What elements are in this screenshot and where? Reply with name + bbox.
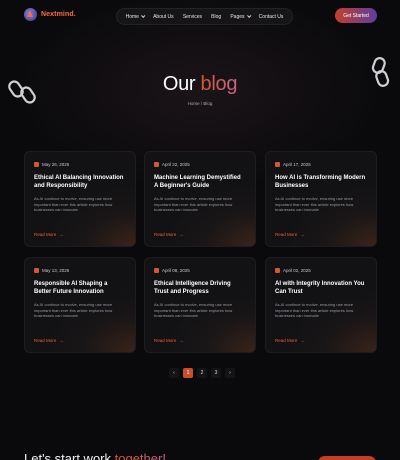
- post-title[interactable]: Ethical Intelligence Driving Trust and P…: [154, 280, 246, 296]
- main-nav: Home About Us Services Blog Pages Contac…: [116, 8, 293, 25]
- read-more-link[interactable]: Read More →: [154, 338, 184, 343]
- blog-card[interactable]: May 26, 2025 Ethical AI Balancing Innova…: [24, 151, 136, 247]
- post-date-text: May 26, 2025: [42, 162, 70, 167]
- arrow-right-icon: →: [59, 338, 64, 343]
- brand-logo[interactable]: Nextmind.: [24, 8, 76, 21]
- blog-card[interactable]: May 13, 2025 Responsible AI Shaping a Be…: [24, 257, 136, 353]
- read-more-link[interactable]: Read More →: [34, 338, 64, 343]
- post-excerpt: As AI continue to evolve, ensuring use m…: [154, 196, 233, 213]
- logo-icon: [24, 8, 37, 21]
- nav-item-contact-us[interactable]: Contact Us: [259, 14, 284, 20]
- calendar-icon: [34, 268, 39, 273]
- page-title: Our blog: [0, 73, 400, 96]
- chevron-down-icon: [246, 13, 251, 18]
- nav-item-label: Home: [125, 13, 139, 20]
- nav-item-about-us[interactable]: About Us: [153, 14, 174, 20]
- page-2-button[interactable]: 2: [197, 368, 207, 378]
- read-more-label: Read More: [34, 232, 57, 237]
- blog-card[interactable]: April 02, 2025 AI with Integrity Innovat…: [265, 257, 377, 353]
- page-title-main: Our: [162, 73, 201, 95]
- read-more-label: Read More: [154, 338, 177, 343]
- page-title-accent: blog: [200, 73, 238, 95]
- brand-name: Nextmind.: [41, 11, 76, 18]
- read-more-label: Read More: [275, 338, 298, 343]
- post-title[interactable]: Machine Learning Demystified A Beginner'…: [154, 174, 246, 190]
- arrow-right-icon: →: [300, 232, 305, 237]
- blog-card[interactable]: April 08, 2025 Ethical Intelligence Driv…: [144, 257, 256, 353]
- nav-item-services[interactable]: Services: [183, 14, 202, 20]
- post-date: April 02, 2025: [275, 268, 367, 273]
- post-title[interactable]: Responsible AI Shaping a Better Future I…: [34, 280, 126, 296]
- page-1-button[interactable]: 1: [183, 368, 193, 378]
- blog-card[interactable]: April 17, 2025 How AI is Transforming Mo…: [265, 151, 377, 247]
- arrow-right-icon: →: [300, 338, 305, 343]
- breadcrumb[interactable]: Home / Blog: [0, 101, 400, 106]
- arrow-right-icon: →: [179, 338, 184, 343]
- footer-cta-button[interactable]: [318, 456, 376, 460]
- chevron-down-icon: [141, 13, 146, 18]
- post-excerpt: As AI continue to evolve, ensuring use m…: [34, 196, 113, 213]
- footer-cta-main: Let's start work: [24, 451, 115, 460]
- post-date-text: May 13, 2025: [42, 268, 70, 273]
- nav-item-label: About Us: [153, 13, 174, 20]
- post-excerpt: As AI continue to evolve, ensuring use m…: [275, 302, 354, 319]
- nav-item-label: Pages: [230, 13, 245, 20]
- post-date: April 08, 2025: [154, 268, 246, 273]
- calendar-icon: [154, 162, 159, 167]
- footer-cta-accent: together!: [115, 451, 166, 460]
- post-excerpt: As AI continue to evolve, ensuring use m…: [34, 302, 113, 319]
- get-started-button[interactable]: Get Started: [335, 8, 377, 23]
- nav-item-blog[interactable]: Blog: [211, 14, 221, 20]
- post-title[interactable]: AI with Integrity Innovation You Can Tru…: [275, 280, 367, 296]
- post-date: May 26, 2025: [34, 162, 126, 167]
- calendar-icon: [275, 268, 280, 273]
- page-3-button[interactable]: 3: [211, 368, 221, 378]
- calendar-icon: [154, 268, 159, 273]
- nav-item-pages[interactable]: Pages: [230, 13, 251, 20]
- post-title[interactable]: How AI is Transforming Modern Businesses: [275, 174, 367, 190]
- post-date: April 22, 2025: [154, 162, 246, 167]
- post-date-text: April 17, 2025: [283, 162, 311, 167]
- prev-page-button[interactable]: ‹: [169, 368, 179, 378]
- nav-item-home[interactable]: Home: [125, 13, 146, 20]
- next-page-button[interactable]: ›: [225, 368, 235, 378]
- nav-item-label: Services: [182, 13, 202, 20]
- post-date-text: April 02, 2025: [283, 268, 311, 273]
- read-more-label: Read More: [275, 232, 298, 237]
- post-excerpt: As AI continue to evolve, ensuring use m…: [275, 196, 354, 213]
- read-more-link[interactable]: Read More →: [275, 338, 305, 343]
- read-more-link[interactable]: Read More →: [154, 232, 184, 237]
- site-header: Nextmind. Home About Us Services Blog Pa…: [0, 6, 400, 25]
- post-date-text: April 08, 2025: [162, 268, 190, 273]
- read-more-label: Read More: [34, 338, 57, 343]
- footer-cta-heading: Let's start work together!: [24, 451, 166, 460]
- calendar-icon: [34, 162, 39, 167]
- read-more-link[interactable]: Read More →: [34, 232, 64, 237]
- blog-card[interactable]: April 22, 2025 Machine Learning Demystif…: [144, 151, 256, 247]
- post-date: May 13, 2025: [34, 268, 126, 273]
- read-more-link[interactable]: Read More →: [275, 232, 305, 237]
- post-date-text: April 22, 2025: [162, 162, 190, 167]
- blog-page: Nextmind. Home About Us Services Blog Pa…: [0, 0, 400, 460]
- calendar-icon: [275, 162, 280, 167]
- nav-item-label: Contact Us: [258, 13, 284, 20]
- read-more-label: Read More: [154, 232, 177, 237]
- arrow-right-icon: →: [179, 232, 184, 237]
- arrow-right-icon: →: [59, 232, 64, 237]
- pagination: ‹ 1 2 3 ›: [169, 368, 235, 378]
- nav-item-label: Blog: [211, 13, 222, 20]
- post-date: April 17, 2025: [275, 162, 367, 167]
- post-title[interactable]: Ethical AI Balancing Innovation and Resp…: [34, 174, 126, 190]
- post-excerpt: As AI continue to evolve, ensuring use m…: [154, 302, 233, 319]
